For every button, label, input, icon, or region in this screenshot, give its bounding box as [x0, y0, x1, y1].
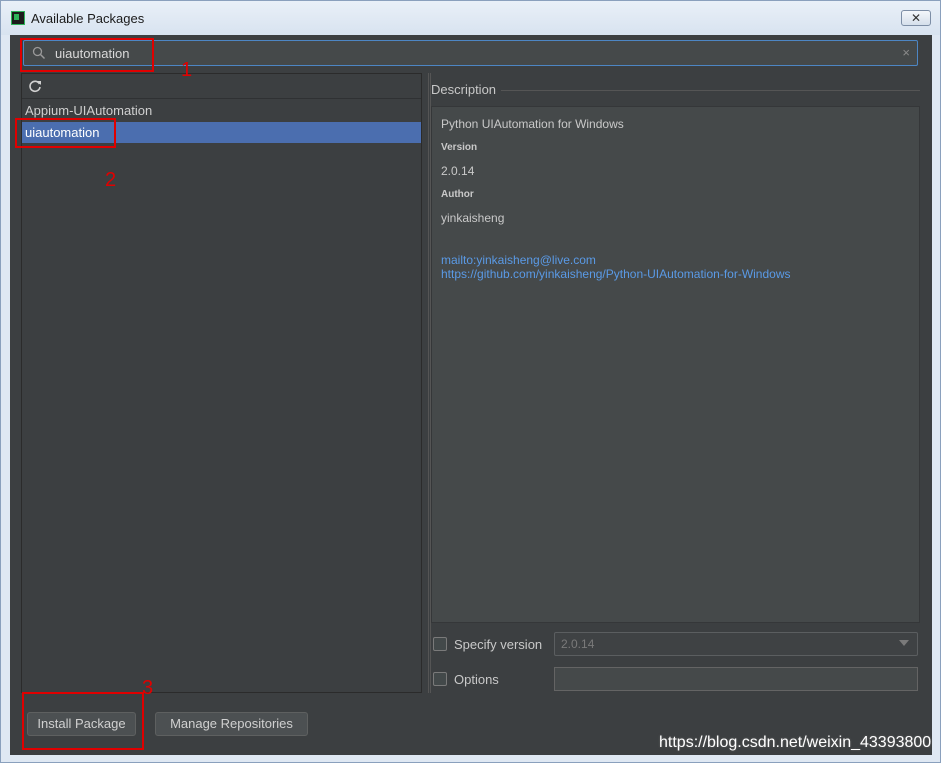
- search-input[interactable]: uiautomation ×: [23, 40, 918, 66]
- clear-icon[interactable]: ×: [902, 45, 910, 60]
- close-icon: ✕: [910, 11, 922, 25]
- annotation-number-2: 2: [105, 169, 117, 191]
- available-packages-window: Available Packages ✕ uiautomation × Appi…: [0, 0, 941, 763]
- package-summary: Python UIAutomation for Windows: [441, 117, 624, 131]
- chevron-down-icon: [899, 640, 909, 646]
- options-checkbox[interactable]: [433, 672, 447, 686]
- options-field[interactable]: [554, 667, 918, 691]
- annotation-box-1: [20, 38, 154, 72]
- version-value: 2.0.14: [441, 164, 475, 178]
- author-heading: Author: [441, 189, 474, 200]
- specify-version-label: Specify version: [454, 637, 543, 652]
- watermark: https://blog.csdn.net/weixin_43393800: [659, 734, 932, 751]
- github-link[interactable]: https://github.com/yinkaisheng/Python-UI…: [441, 267, 791, 281]
- specify-version-checkbox[interactable]: [433, 637, 447, 651]
- dialog-content: uiautomation × Appium-UIAutomation uiaut…: [10, 35, 932, 755]
- annotation-box-2: [15, 118, 116, 148]
- window-title: Available Packages: [31, 11, 145, 26]
- version-heading: Version: [441, 142, 478, 153]
- annotation-number-1: 1: [181, 59, 193, 81]
- description-divider: [501, 90, 920, 91]
- refresh-icon[interactable]: [28, 79, 42, 93]
- email-link[interactable]: mailto:yinkaisheng@live.com: [441, 253, 596, 267]
- package-list: Appium-UIAutomation uiautomation: [21, 73, 422, 693]
- description-panel: Python UIAutomation for Windows Version …: [431, 106, 920, 623]
- annotation-number-3: 3: [142, 677, 154, 699]
- options-label: Options: [454, 672, 499, 687]
- version-select-value: 2.0.14: [561, 637, 595, 651]
- app-icon: [11, 11, 25, 25]
- annotation-box-3: [22, 692, 144, 750]
- title-bar: Available Packages ✕: [1, 1, 940, 35]
- close-button[interactable]: ✕: [901, 10, 931, 26]
- description-label: Description: [431, 82, 497, 97]
- author-value: yinkaisheng: [441, 211, 505, 225]
- version-select[interactable]: 2.0.14: [554, 632, 918, 656]
- manage-repositories-button[interactable]: Manage Repositories: [155, 712, 308, 736]
- list-toolbar: [22, 74, 421, 99]
